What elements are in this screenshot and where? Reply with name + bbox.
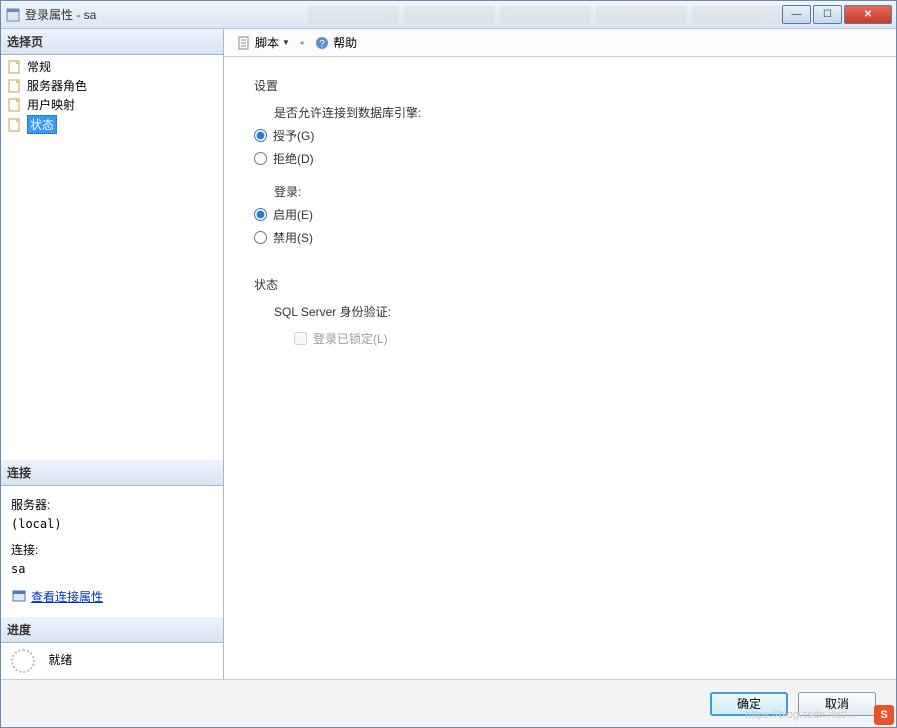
deny-option[interactable]: 拒绝(D) <box>254 150 866 167</box>
connection-info: 服务器: (local) 连接: sa 查看连接属性 <box>1 486 223 618</box>
connection-value: sa <box>11 562 213 576</box>
login-locked-option: 登录已锁定(L) <box>294 330 866 347</box>
sidebar-item-general[interactable]: 常规 <box>1 57 223 76</box>
sidebar-item-label: 常规 <box>27 58 51 75</box>
toolbar: 脚本 ▼ • ? 帮助 <box>224 29 896 57</box>
main-panel: 脚本 ▼ • ? 帮助 设置 是否允许连接到数据库引擎: 授予(G) <box>224 29 896 679</box>
sidebar-item-label: 状态 <box>27 115 57 134</box>
dropdown-arrow-icon[interactable]: ▼ <box>282 38 290 47</box>
link-label: 查看连接属性 <box>31 588 103 605</box>
window-title: 登录属性 - sa <box>25 6 288 23</box>
connection-label: 连接: <box>11 541 213 558</box>
select-page-header: 选择页 <box>1 29 223 55</box>
login-label: 登录: <box>274 183 866 200</box>
script-button[interactable]: 脚本 ▼ <box>232 32 294 53</box>
view-connection-properties-link[interactable]: 查看连接属性 <box>11 588 103 605</box>
server-label: 服务器: <box>11 496 213 513</box>
disable-radio[interactable] <box>254 231 267 244</box>
progress-block: 就绪 <box>1 643 223 679</box>
sql-auth-label: SQL Server 身份验证: <box>274 303 866 320</box>
grant-label: 授予(G) <box>273 127 314 144</box>
disable-option[interactable]: 禁用(S) <box>254 229 866 246</box>
background-tabs <box>308 6 782 24</box>
disable-label: 禁用(S) <box>273 229 313 246</box>
page-icon <box>7 78 23 94</box>
enable-radio[interactable] <box>254 208 267 221</box>
content-area: 设置 是否允许连接到数据库引擎: 授予(G) 拒绝(D) 登录: 启用(E) <box>224 57 896 679</box>
toolbar-separator: • <box>300 36 304 50</box>
enable-label: 启用(E) <box>273 206 313 223</box>
svg-text:?: ? <box>319 39 325 50</box>
ime-badge-icon[interactable]: S <box>874 705 894 725</box>
page-icon <box>7 117 23 133</box>
sidebar-item-label: 服务器角色 <box>27 77 87 94</box>
ok-button[interactable]: 确定 <box>710 692 788 716</box>
help-label: 帮助 <box>333 34 357 51</box>
enable-option[interactable]: 启用(E) <box>254 206 866 223</box>
page-icon <box>7 59 23 75</box>
script-icon <box>236 35 252 51</box>
sidebar: 选择页 常规 服务器角色 用户映射 状态 <box>1 29 224 679</box>
dialog-footer: 确定 取消 https://blog.csdn.net/... S <box>1 679 896 727</box>
app-icon <box>5 7 21 23</box>
settings-heading: 设置 <box>254 77 866 94</box>
permit-connect-label: 是否允许连接到数据库引擎: <box>274 104 866 121</box>
deny-label: 拒绝(D) <box>273 150 314 167</box>
login-locked-checkbox <box>294 332 307 345</box>
close-button[interactable]: ✕ <box>844 5 892 24</box>
help-icon: ? <box>314 35 330 51</box>
page-icon <box>7 97 23 113</box>
sidebar-item-label: 用户映射 <box>27 96 75 113</box>
progress-spinner-icon <box>11 649 35 673</box>
grant-radio[interactable] <box>254 129 267 142</box>
grant-option[interactable]: 授予(G) <box>254 127 866 144</box>
sidebar-item-server-roles[interactable]: 服务器角色 <box>1 76 223 95</box>
dialog-window: 登录属性 - sa — ☐ ✕ 选择页 常规 服务器角色 <box>0 0 897 728</box>
progress-status: 就绪 <box>48 653 72 667</box>
status-heading: 状态 <box>254 276 866 293</box>
deny-radio[interactable] <box>254 152 267 165</box>
cancel-button[interactable]: 取消 <box>798 692 876 716</box>
connection-header: 连接 <box>1 460 223 486</box>
maximize-button[interactable]: ☐ <box>813 5 842 24</box>
window-controls: — ☐ ✕ <box>782 5 892 24</box>
script-label: 脚本 <box>255 34 279 51</box>
titlebar[interactable]: 登录属性 - sa — ☐ ✕ <box>1 1 896 29</box>
help-button[interactable]: ? 帮助 <box>310 32 361 53</box>
properties-icon <box>11 588 27 604</box>
server-value: (local) <box>11 517 213 531</box>
dialog-body: 选择页 常规 服务器角色 用户映射 状态 <box>1 29 896 679</box>
sidebar-item-user-mapping[interactable]: 用户映射 <box>1 95 223 114</box>
progress-header: 进度 <box>1 617 223 643</box>
minimize-button[interactable]: — <box>782 5 811 24</box>
page-list: 常规 服务器角色 用户映射 状态 <box>1 55 223 137</box>
login-locked-label: 登录已锁定(L) <box>313 330 388 347</box>
sidebar-item-status[interactable]: 状态 <box>1 114 223 135</box>
